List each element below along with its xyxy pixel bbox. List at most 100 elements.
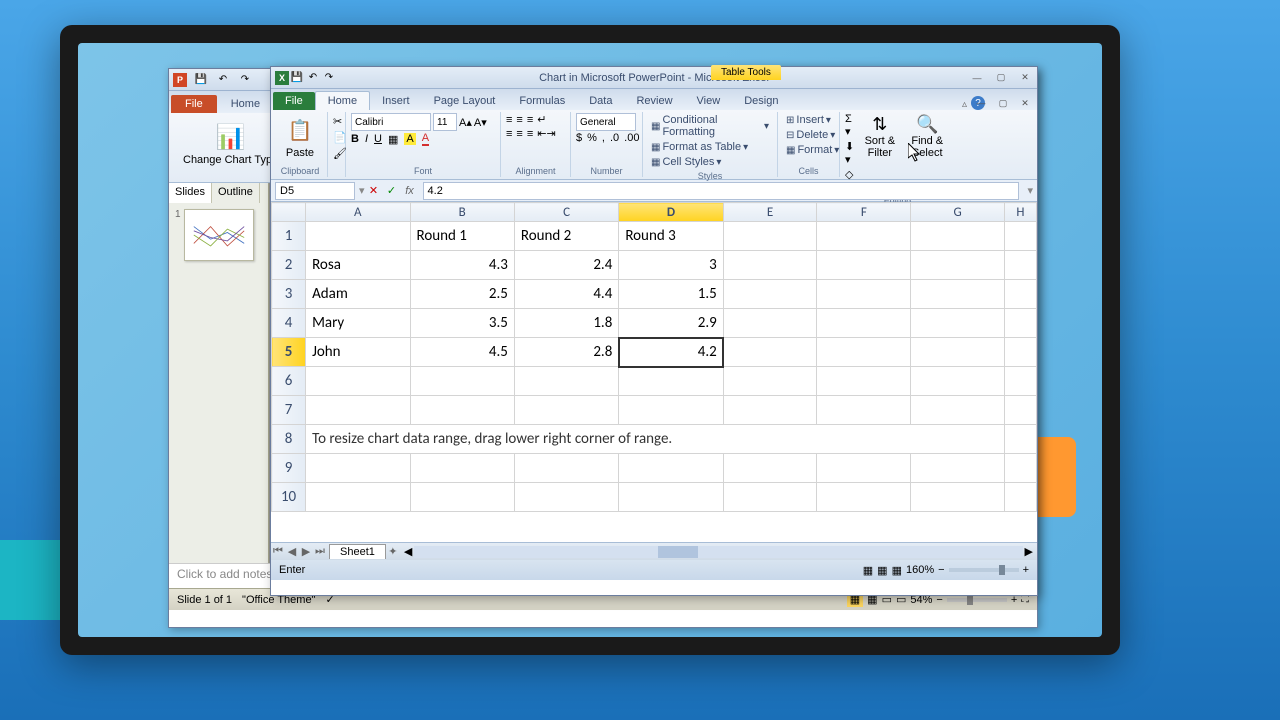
close-icon[interactable]: ✕	[1017, 71, 1033, 85]
cut-icon[interactable]: ✂	[333, 115, 340, 128]
ppt-tab-home[interactable]: Home	[217, 95, 274, 113]
cell[interactable]: 2.8	[514, 338, 618, 367]
row-header[interactable]: 9	[272, 454, 306, 483]
undo-icon[interactable]: ↶	[215, 72, 231, 88]
cell[interactable]: 4.4	[514, 280, 618, 309]
format-cells-button[interactable]: ▦ Format ▾	[783, 143, 834, 157]
save-icon[interactable]: 💾	[289, 70, 305, 86]
redo-icon[interactable]: ↷	[237, 72, 253, 88]
cell[interactable]: 3	[619, 251, 723, 280]
shrink-font-icon[interactable]: A▾	[474, 116, 487, 129]
insert-cells-button[interactable]: ⊞ Insert ▾	[783, 113, 834, 127]
tab-review[interactable]: Review	[624, 92, 684, 110]
tab-view[interactable]: View	[685, 92, 733, 110]
cell[interactable]: 2.5	[410, 280, 514, 309]
redo-icon[interactable]: ↷	[321, 70, 337, 86]
cell[interactable]: Adam	[306, 280, 410, 309]
row-header[interactable]: 4	[272, 309, 306, 338]
slide-thumbnail[interactable]	[184, 209, 254, 261]
currency-icon[interactable]: $	[576, 132, 582, 144]
row-header[interactable]: 3	[272, 280, 306, 309]
fill-icon[interactable]: ⬇ ▾	[845, 140, 855, 166]
row-header[interactable]: 2	[272, 251, 306, 280]
col-header[interactable]: A	[306, 203, 410, 222]
row-header[interactable]: 8	[272, 425, 306, 454]
hscroll-left-icon[interactable]: ◀	[404, 545, 412, 558]
first-sheet-icon[interactable]: ⏮	[271, 545, 285, 558]
cell[interactable]: Round 1	[410, 222, 514, 251]
format-as-table-button[interactable]: ▦ Format as Table ▾	[648, 140, 772, 154]
cell[interactable]: 1.8	[514, 309, 618, 338]
align-right-icon[interactable]: ≡	[527, 128, 533, 140]
cell[interactable]: 4.3	[410, 251, 514, 280]
col-header[interactable]: B	[410, 203, 514, 222]
cell[interactable]: Round 2	[514, 222, 618, 251]
col-header[interactable]: E	[723, 203, 817, 222]
enter-icon[interactable]: ✓	[383, 182, 401, 200]
zoom-slider[interactable]	[949, 568, 1019, 572]
col-header[interactable]: C	[514, 203, 618, 222]
last-sheet-icon[interactable]: ⏭	[313, 545, 327, 558]
align-top-icon[interactable]: ≡	[506, 114, 512, 126]
name-box[interactable]: D5	[275, 182, 355, 200]
maximize-icon[interactable]: ▢	[993, 71, 1009, 85]
cell-selected[interactable]: 4.2	[619, 338, 723, 367]
align-bot-icon[interactable]: ≡	[527, 114, 533, 126]
copy-icon[interactable]: 📄	[333, 131, 340, 144]
cell[interactable]: Mary	[306, 309, 410, 338]
underline-icon[interactable]: U	[374, 133, 382, 145]
autosum-icon[interactable]: Σ ▾	[845, 113, 855, 138]
align-left-icon[interactable]: ≡	[506, 128, 512, 140]
minimize-ribbon-icon[interactable]: ▵	[962, 99, 967, 110]
slides-tab[interactable]: Slides	[169, 183, 212, 203]
cell[interactable]: Rosa	[306, 251, 410, 280]
sub-close-icon[interactable]: ✕	[1017, 96, 1033, 110]
merge-icon[interactable]: ⇤⇥	[537, 127, 555, 140]
cell[interactable]: 1.5	[619, 280, 723, 309]
col-header[interactable]: D	[619, 203, 723, 222]
border-icon[interactable]: ▦	[388, 133, 398, 146]
comma-icon[interactable]: ,	[602, 132, 605, 144]
tab-page-layout[interactable]: Page Layout	[422, 92, 508, 110]
sort-filter-button[interactable]: ⇅Sort & Filter	[859, 113, 900, 161]
undo-icon[interactable]: ↶	[305, 70, 321, 86]
sheet-tab[interactable]: Sheet1	[329, 544, 386, 559]
col-header[interactable]: H	[1004, 203, 1036, 222]
change-chart-type-button[interactable]: 📊Change Chart Type	[179, 120, 282, 168]
row-header[interactable]: 5	[272, 338, 306, 367]
formula-input[interactable]: 4.2	[423, 182, 1020, 200]
row-header[interactable]: 6	[272, 367, 306, 396]
row-header[interactable]: 10	[272, 483, 306, 512]
worksheet-grid[interactable]: A B C D E F G H 1Round 1Round 2Round 3 2…	[271, 202, 1037, 542]
conditional-formatting-button[interactable]: ▦ Conditional Formatting ▾	[648, 113, 772, 139]
row-header[interactable]: 1	[272, 222, 306, 251]
font-family-select[interactable]	[351, 113, 431, 131]
tab-data[interactable]: Data	[577, 92, 624, 110]
outline-tab[interactable]: Outline	[212, 183, 260, 203]
cell[interactable]: 3.5	[410, 309, 514, 338]
align-mid-icon[interactable]: ≡	[516, 114, 522, 126]
save-icon[interactable]: 💾	[193, 72, 209, 88]
hscrollbar[interactable]	[414, 546, 1022, 558]
tab-file[interactable]: File	[273, 92, 315, 110]
delete-cells-button[interactable]: ⊟ Delete ▾	[783, 128, 834, 142]
sub-minimize-icon[interactable]: —	[973, 96, 989, 110]
number-format-select[interactable]	[576, 113, 636, 131]
view-layout-icon[interactable]: ▦	[877, 564, 887, 577]
col-header[interactable]: F	[817, 203, 911, 222]
tab-formulas[interactable]: Formulas	[507, 92, 577, 110]
zoom-in-icon[interactable]: +	[1023, 564, 1029, 576]
sub-restore-icon[interactable]: ▢	[995, 96, 1011, 110]
select-all-corner[interactable]	[272, 203, 306, 222]
italic-icon[interactable]: I	[365, 133, 368, 145]
font-color-icon[interactable]: A	[422, 132, 429, 146]
tab-insert[interactable]: Insert	[370, 92, 422, 110]
next-sheet-icon[interactable]: ▶	[299, 545, 313, 558]
view-normal-icon[interactable]: ▦	[863, 564, 873, 577]
minimize-icon[interactable]: —	[969, 71, 985, 85]
font-size-select[interactable]	[433, 113, 457, 131]
view-break-icon[interactable]: ▦	[892, 564, 902, 577]
zoom-out-icon[interactable]: −	[938, 564, 944, 576]
row-header[interactable]: 7	[272, 396, 306, 425]
fx-icon[interactable]: fx	[401, 182, 419, 200]
